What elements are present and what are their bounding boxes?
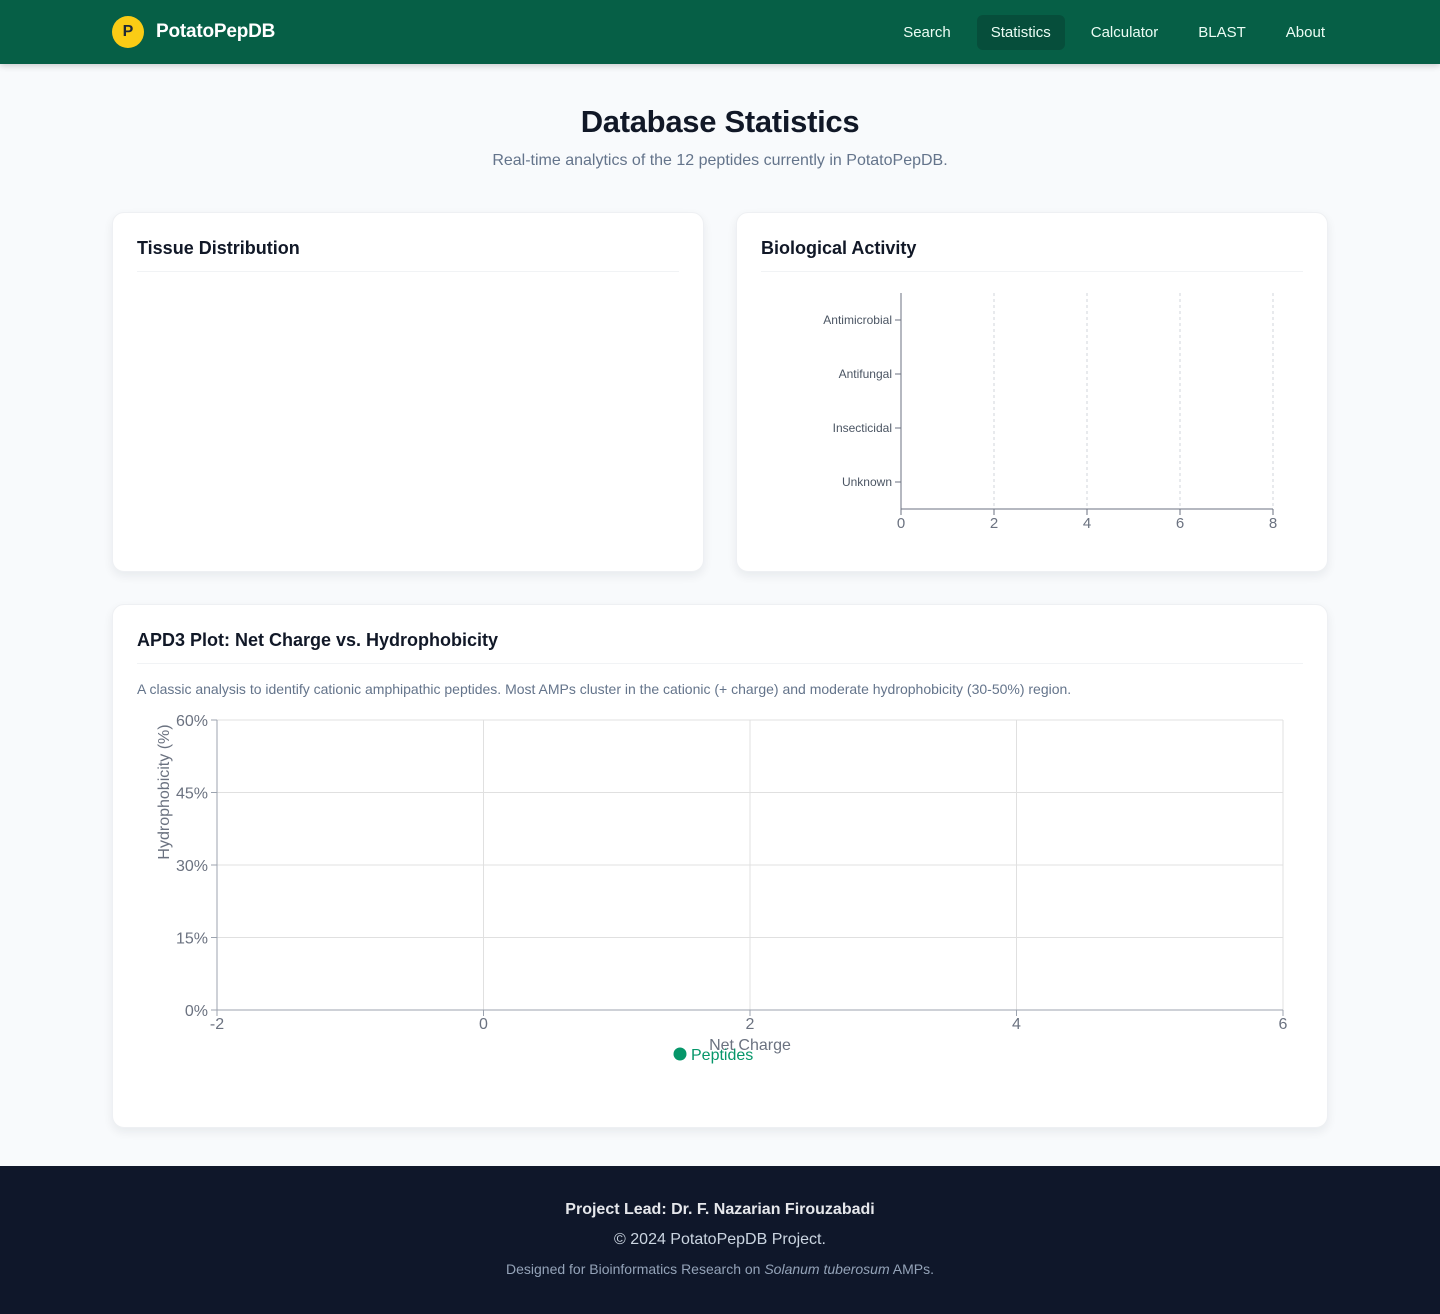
activity-x-tick-label: 4	[1083, 515, 1091, 532]
activity-chart-area: 0 2 4 6 8 Antimicrobial Antifungal Insecticidal…	[761, 272, 1303, 547]
apd-y-tick-label: 60%	[176, 713, 208, 730]
apd3-chart-area: -2 0 2 4 6 0% 15% 30% 45% 60% Net Charge Hydrophobi…	[137, 697, 1303, 1072]
apd-y-tick-label: 45%	[176, 786, 208, 803]
legend-label-peptides: Peptides	[691, 1047, 753, 1064]
activity-x-tick-label: 6	[1176, 515, 1184, 532]
footer-note-prefix: Designed for Bioinformatics Research on	[506, 1261, 765, 1277]
nav-link-calculator[interactable]: Calculator	[1077, 15, 1173, 50]
activity-category-label: Antifungal	[839, 367, 892, 381]
activity-card-title: Biological Activity	[761, 238, 1303, 272]
activity-chart: 0 2 4 6 8 Antimicrobial Antifungal Insecticidal…	[823, 293, 1277, 532]
brand[interactable]: P PotatoPepDB	[112, 16, 275, 48]
charts-grid: Tissue Distribution Biological Activity …	[112, 212, 1328, 572]
footer: Project Lead: Dr. F. Nazarian Firouzabad…	[0, 1166, 1440, 1314]
activity-x-tick-label: 0	[897, 515, 905, 532]
footer-project-lead: Project Lead: Dr. F. Nazarian Firouzabad…	[565, 1201, 875, 1218]
logo-icon: P	[112, 16, 144, 48]
footer-copyright: © 2024 PotatoPepDB Project.	[614, 1231, 826, 1248]
nav-link-search[interactable]: Search	[889, 15, 965, 50]
apd-x-tick-label: -2	[210, 1016, 224, 1033]
apd-y-tick-label: 30%	[176, 858, 208, 875]
apd-y-tick-label: 15%	[176, 931, 208, 948]
apd3-card: APD3 Plot: Net Charge vs. Hydrophobicity…	[112, 604, 1328, 1128]
apd-x-tick-label: 2	[746, 1016, 755, 1033]
footer-note-suffix: AMPs.	[889, 1261, 934, 1277]
apd-x-tick-label: 0	[479, 1016, 488, 1033]
apd-x-tick-label: 4	[1012, 1016, 1021, 1033]
nav-link-about[interactable]: About	[1272, 15, 1339, 50]
brand-name: PotatoPepDB	[156, 21, 276, 42]
page-header: Database Statistics Real-time analytics …	[0, 64, 1440, 170]
activity-x-tick-label: 8	[1269, 515, 1277, 532]
tissue-card-title: Tissue Distribution	[137, 238, 679, 272]
page-subtitle: Real-time analytics of the 12 peptides c…	[492, 152, 948, 169]
tissue-chart	[137, 272, 679, 542]
activity-category-label: Unknown	[842, 475, 892, 489]
apd3-scatter-chart: -2 0 2 4 60%15%30%45%60%Net ChargeHydrophobi…	[156, 713, 1288, 1064]
apd-y-tick-label: 0%	[185, 1003, 208, 1020]
nav-links: Search Statistics Calculator BLAST About	[889, 14, 1339, 50]
activity-category-label: Insecticidal	[833, 421, 892, 435]
biological-activity-card: Biological Activity 0 2 4 6 8 Antimicrobial An…	[736, 212, 1328, 572]
activity-category-label: Antimicrobial	[823, 313, 892, 327]
page-title: Database Statistics	[580, 104, 860, 139]
legend-marker-peptides	[673, 1047, 687, 1061]
activity-x-tick-label: 2	[990, 515, 998, 532]
apd3-card-title: APD3 Plot: Net Charge vs. Hydrophobicity	[137, 630, 1303, 664]
footer-note-species: Solanum tuberosum	[764, 1261, 890, 1277]
apd3-description: A classic analysis to identify cationic …	[137, 681, 1072, 697]
apd-x-tick-label: 6	[1279, 1016, 1288, 1033]
tissue-distribution-card: Tissue Distribution	[112, 212, 704, 572]
nav-link-blast[interactable]: BLAST	[1184, 15, 1260, 50]
footer-note: Designed for Bioinformatics Research on …	[0, 1261, 1440, 1277]
nav-link-statistics[interactable]: Statistics	[976, 14, 1065, 50]
apd-y-axis-title: Hydrophobicity (%)	[156, 724, 173, 859]
navbar: P PotatoPepDB Search Statistics Calculat…	[0, 0, 1440, 64]
